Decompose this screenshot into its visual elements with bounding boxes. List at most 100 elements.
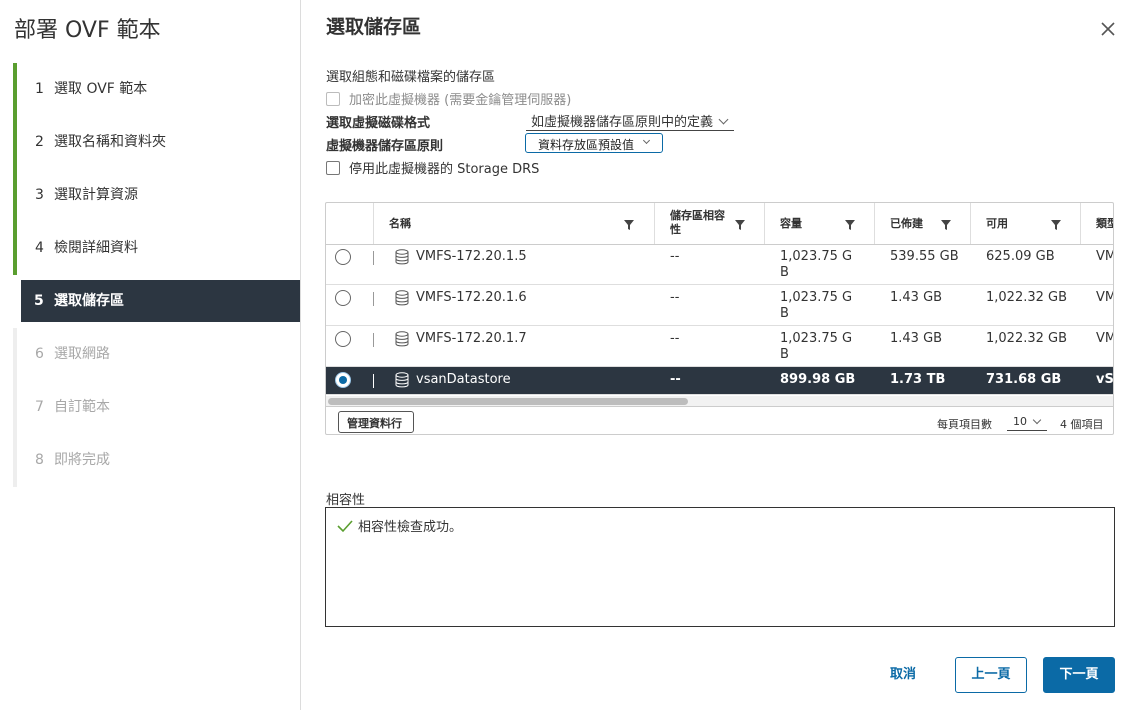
step-number: 3 — [35, 187, 44, 203]
next-button[interactable]: 下一頁 — [1043, 657, 1115, 693]
step-progress-bar — [13, 222, 17, 275]
provisioned-value: 1.43 GB — [890, 290, 943, 305]
compat-value: -- — [670, 290, 680, 305]
compat-value: -- — [670, 372, 681, 387]
storage-policy-dropdown[interactable]: 資料存放區預設值 — [525, 133, 663, 153]
column-header-free[interactable]: 可用 — [971, 203, 1081, 244]
step-5-active[interactable]: 5 選取儲存區 — [21, 280, 300, 322]
disable-drs-row: 停用此虛擬機器的 Storage DRS — [326, 158, 539, 177]
provisioned-value: 539.55 GB — [890, 249, 959, 264]
datastore-name: VMFS-172.20.1.7 — [416, 331, 527, 346]
compatibility-message: 相容性檢查成功。 — [358, 520, 463, 535]
table-row[interactable]: VMFS-172.20.1.6 -- 1,023.75 GB 1.43 GB 1… — [326, 285, 1113, 326]
row-radio-checked[interactable] — [335, 372, 351, 388]
step-2[interactable]: 2 選取名稱和資料夾 — [13, 116, 300, 169]
row-radio[interactable] — [335, 331, 351, 347]
column-header-label: 容量 — [780, 217, 802, 230]
free-value: 731.68 GB — [986, 372, 1062, 387]
step-number: 6 — [35, 346, 44, 362]
column-header-label: 名稱 — [389, 217, 411, 230]
step-progress-bar — [13, 116, 17, 169]
column-header-compatibility[interactable]: 儲存區相容性 — [655, 203, 765, 244]
back-button[interactable]: 上一頁 — [955, 657, 1027, 693]
disk-format-select[interactable]: 如虛擬機器儲存區原則中的定義 — [526, 110, 734, 131]
step-progress-bar — [13, 381, 17, 434]
disable-drs-label: 停用此虛擬機器的 Storage DRS — [349, 162, 540, 177]
free-value: 1,022.32 GB — [986, 290, 1068, 305]
chevron-down-icon — [718, 114, 729, 125]
step-label: 選取計算資源 — [54, 187, 138, 203]
compat-value: -- — [670, 249, 680, 264]
step-label: 檢閱詳細資料 — [54, 240, 138, 256]
storage-policy-value: 資料存放區預設值 — [538, 138, 635, 152]
manage-columns-label: 管理資料行 — [347, 417, 402, 430]
select-column-header — [326, 203, 374, 244]
step-label: 選取儲存區 — [54, 293, 124, 309]
row-radio[interactable] — [335, 290, 351, 306]
step-label: 選取名稱和資料夾 — [54, 134, 166, 150]
encrypt-vm-checkbox[interactable] — [326, 91, 340, 106]
table-row[interactable]: VMFS-172.20.1.7 -- 1,023.75 GB 1.43 GB 1… — [326, 326, 1113, 367]
column-header-capacity[interactable]: 容量 — [765, 203, 875, 244]
step-number: 7 — [35, 399, 44, 415]
column-header-label: 已佈建 — [890, 217, 923, 230]
filter-icon[interactable] — [845, 220, 855, 230]
capacity-value: 1,023.75 GB — [780, 331, 853, 362]
grid-footer: 管理資料行 每頁項目數 10 4 個項目 — [326, 406, 1113, 434]
cancel-button[interactable]: 取消 — [862, 657, 944, 693]
compat-value: -- — [670, 331, 680, 346]
column-header-type[interactable]: 類型 — [1081, 203, 1113, 244]
column-header-label: 可用 — [986, 217, 1008, 230]
item-count: 4 個項目 — [1060, 418, 1104, 431]
manage-columns-button[interactable]: 管理資料行 — [338, 411, 414, 433]
step-3[interactable]: 3 選取計算資源 — [13, 169, 300, 222]
datastore-name: vsanDatastore — [416, 372, 511, 387]
step-1[interactable]: 1 選取 OVF 範本 — [13, 63, 300, 116]
items-per-page-label: 每頁項目數 — [937, 418, 992, 431]
wizard-title: 部署 OVF 範本 — [14, 18, 161, 43]
disk-format-label: 選取虛擬磁碟格式 — [326, 116, 431, 131]
table-row-selected[interactable]: vsanDatastore -- 899.98 GB 1.73 TB 731.6… — [326, 367, 1113, 395]
free-value: 1,022.32 GB — [986, 331, 1068, 346]
storage-section-label: 選取組態和磁碟檔案的儲存區 — [326, 70, 496, 85]
datastore-icon — [395, 331, 409, 347]
filter-icon[interactable] — [1051, 220, 1061, 230]
disable-drs-checkbox[interactable] — [326, 160, 340, 175]
step-4[interactable]: 4 檢閱詳細資料 — [13, 222, 300, 275]
step-8: 8 即將完成 — [13, 434, 300, 487]
chevron-down-icon — [642, 136, 651, 145]
scrollbar-thumb[interactable] — [328, 398, 688, 405]
row-radio[interactable] — [335, 249, 351, 265]
column-header-provisioned[interactable]: 已佈建 — [875, 203, 971, 244]
compatibility-label: 相容性 — [326, 493, 366, 508]
filter-icon[interactable] — [941, 220, 951, 230]
step-number: 8 — [35, 452, 44, 468]
storage-policy-label: 虛擬機器儲存區原則 — [326, 139, 444, 154]
column-header-label: 儲存區相容性 — [670, 209, 725, 236]
items-per-page-select[interactable]: 10 — [1007, 413, 1047, 431]
wizard-sidebar: 部署 OVF 範本 1 選取 OVF 範本 2 選取名稱和資料夾 3 選取計算資源 4… — [0, 0, 301, 710]
capacity-value: 1,023.75 GB — [780, 290, 853, 321]
close-icon[interactable] — [1097, 18, 1119, 40]
provisioned-value: 1.73 TB — [890, 372, 946, 387]
type-value: VM — [1096, 290, 1113, 305]
encrypt-vm-row: 加密此虛擬機器 (需要金鑰管理伺服器) — [326, 89, 571, 108]
free-value: 625.09 GB — [986, 249, 1055, 264]
column-header-name[interactable]: 名稱 — [374, 203, 655, 244]
table-row[interactable]: VMFS-172.20.1.5 -- 1,023.75 GB 539.55 GB… — [326, 244, 1113, 285]
step-6: 6 選取網路 — [13, 328, 300, 381]
filter-icon[interactable] — [624, 220, 634, 230]
datastore-name: VMFS-172.20.1.6 — [416, 290, 527, 305]
step-label: 選取網路 — [54, 346, 110, 362]
column-header-label: 類型 — [1096, 217, 1113, 230]
filter-icon[interactable] — [735, 220, 745, 230]
capacity-value: 1,023.75 GB — [780, 249, 853, 280]
page-title: 選取儲存區 — [326, 16, 422, 38]
wizard-steps: 1 選取 OVF 範本 2 選取名稱和資料夾 3 選取計算資源 4 檢閱詳細資料 5 選取… — [13, 63, 300, 487]
check-icon — [337, 520, 353, 533]
step-label: 自訂範本 — [54, 399, 110, 415]
type-value: VM — [1096, 249, 1113, 264]
datastore-icon — [395, 372, 409, 388]
row-separator — [373, 292, 374, 306]
step-number: 1 — [35, 81, 44, 97]
